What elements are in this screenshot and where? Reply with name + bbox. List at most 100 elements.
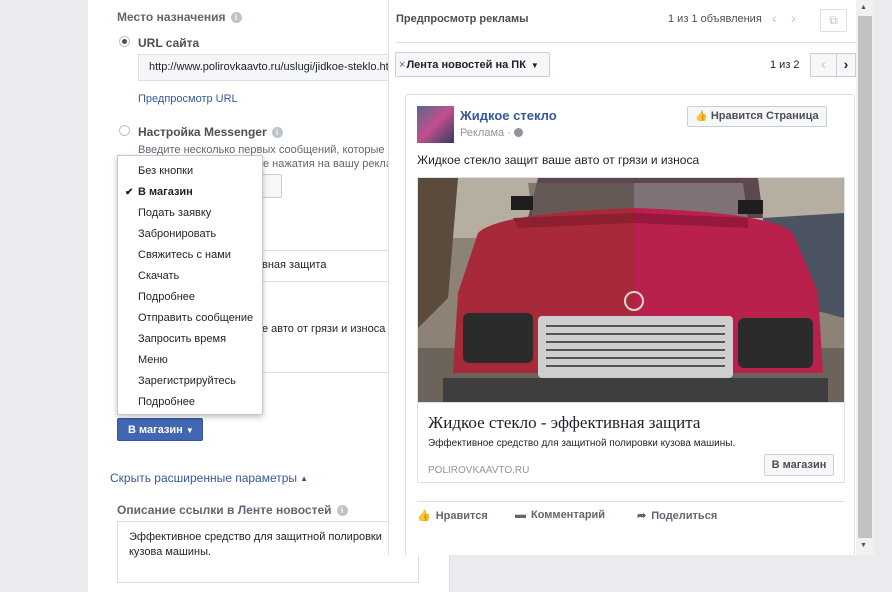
- divider: [262, 281, 388, 282]
- dropdown-item-learn-more[interactable]: Подробнее: [118, 287, 262, 308]
- dropdown-item-label: Подать заявку: [138, 207, 212, 219]
- checkmark-icon: ✔: [125, 187, 134, 198]
- comment-label: Комментарий: [531, 509, 606, 521]
- share-label: Поделиться: [651, 510, 718, 522]
- sponsored-text: Реклама ·: [460, 127, 511, 139]
- hide-advanced-text: Скрыть расширенные параметры: [110, 471, 298, 485]
- caret-down-icon: ▼: [185, 426, 194, 435]
- link-description-title-text: Описание ссылки в Ленте новостей: [117, 503, 332, 517]
- ad-creative[interactable]: Жидкое стекло - эффективная защита Эффек…: [417, 177, 845, 483]
- share-action[interactable]: ➦ Поделиться: [637, 509, 717, 522]
- dropdown-item-request-time[interactable]: Запросить время: [118, 329, 262, 350]
- dropdown-item-label: Забронировать: [138, 228, 217, 240]
- link-description-title: Описание ссылки в Ленте новостей i: [117, 503, 348, 517]
- dropdown-item-label: Без кнопки: [138, 165, 194, 177]
- url-input[interactable]: http://www.polirovkaavto.ru/uslugi/jidko…: [138, 54, 398, 81]
- dropdown-item-label: Запросить время: [138, 333, 227, 345]
- dropdown-item-label: Зарегистрируйтесь: [138, 375, 236, 387]
- cta-dropdown-menu: Без кнопки ✔ В магазин Подать заявку Забр…: [117, 155, 263, 415]
- messenger-hint-line-2: е нажатия на вашу рекла: [263, 158, 392, 170]
- divider: [396, 42, 856, 43]
- dropdown-item-menu[interactable]: Меню: [118, 350, 262, 371]
- dropdown-item-label: Скачать: [138, 270, 180, 282]
- dropdown-item-label: Свяжитесь с нами: [138, 249, 231, 261]
- ad-domain: POLIROVKAAVTO.RU: [428, 465, 530, 476]
- prev-ad-icon[interactable]: ‹: [772, 10, 777, 26]
- like-page-label: Нравится Страница: [710, 110, 819, 122]
- destination-title-text: Место назначения: [117, 10, 226, 24]
- share-icon: ➦: [637, 510, 647, 522]
- close-icon[interactable]: ×: [399, 59, 405, 71]
- info-icon[interactable]: i: [336, 505, 348, 516]
- like-page-button[interactable]: 👍 Нравится Страница: [687, 106, 827, 127]
- ad-cta-button[interactable]: В магазин: [764, 454, 834, 476]
- headline-field-fragment[interactable]: вная защита: [262, 259, 326, 271]
- dropdown-item-apply[interactable]: Подать заявку: [118, 203, 262, 224]
- preview-title: Предпросмотр рекламы: [396, 13, 529, 25]
- ad-headline: Жидкое стекло - эффективная защита: [428, 413, 701, 432]
- ad-link-area[interactable]: Жидкое стекло - эффективная защита Эффек…: [418, 402, 844, 482]
- dropdown-item-shop-now[interactable]: ✔ В магазин: [118, 182, 262, 203]
- scroll-thumb[interactable]: [858, 16, 872, 538]
- cta-select-button[interactable]: В магазин ▼: [117, 418, 203, 441]
- scroll-up-icon[interactable]: ▲: [860, 4, 867, 11]
- placement-page-count: 1 из 2: [770, 59, 800, 71]
- url-option-label[interactable]: URL сайта: [138, 36, 199, 50]
- page-background-right: [450, 555, 892, 592]
- sponsored-label: Реклама ·: [460, 127, 523, 139]
- thumbs-up-icon: 👍: [417, 510, 431, 522]
- scroll-down-icon[interactable]: ▼: [860, 542, 867, 549]
- caret-down-icon: ▼: [530, 61, 539, 70]
- page-background-far-right: [874, 0, 892, 592]
- link-description-input[interactable]: Эффективное средство для защитной полиро…: [117, 521, 419, 583]
- dropdown-item-no-button[interactable]: Без кнопки: [118, 161, 262, 182]
- car-illustration: [418, 178, 844, 402]
- expand-preview-button[interactable]: ⧉: [820, 9, 847, 32]
- destination-title: Место назначения i: [117, 10, 242, 24]
- caret-up-icon: ▲: [300, 474, 308, 483]
- messenger-option-label[interactable]: Настройка Messenger i: [138, 125, 283, 139]
- ad-description: Эффективное средство для защитной полиро…: [428, 438, 736, 449]
- expand-icon: ⧉: [829, 13, 838, 27]
- dropdown-item-download[interactable]: Скачать: [118, 266, 262, 287]
- dropdown-item-label: В магазин: [138, 186, 193, 198]
- url-radio[interactable]: [119, 36, 130, 47]
- globe-icon: [513, 128, 523, 137]
- dropdown-item-label: Подробнее: [138, 396, 196, 408]
- info-icon[interactable]: i: [230, 12, 242, 23]
- thumbs-up-icon: 👍: [695, 111, 708, 122]
- like-action[interactable]: 👍 Нравится: [417, 509, 488, 522]
- ad-count: 1 из 1 объявления: [668, 13, 762, 25]
- page-avatar[interactable]: [417, 106, 454, 143]
- comment-icon: ▬: [515, 509, 526, 521]
- cta-select-label: В магазин: [128, 424, 183, 436]
- text-field-fragment[interactable]: е авто от грязи и износа: [262, 323, 385, 335]
- divider: [262, 250, 388, 251]
- divider: [262, 372, 388, 373]
- like-label: Нравится: [435, 510, 488, 522]
- dropdown-item-send-message[interactable]: Отправить сообщение: [118, 308, 262, 329]
- next-placement-button[interactable]: ›: [836, 53, 856, 77]
- divider: [417, 501, 845, 502]
- info-icon[interactable]: i: [271, 127, 283, 138]
- messenger-radio[interactable]: [119, 125, 130, 136]
- hide-advanced-link[interactable]: Скрыть расширенные параметры ▲: [110, 471, 308, 485]
- page-name[interactable]: Жидкое стекло: [460, 108, 557, 123]
- dropdown-item-label: Подробнее: [138, 291, 196, 303]
- chevron-left-icon: ‹: [821, 56, 826, 72]
- dropdown-item-label: Отправить сообщение: [138, 312, 254, 324]
- messenger-option-text: Настройка Messenger: [138, 125, 267, 139]
- car-image: [418, 178, 844, 402]
- page-background: [0, 0, 88, 592]
- preview-url-link[interactable]: Предпросмотр URL: [138, 93, 238, 105]
- dropdown-item-contact[interactable]: Свяжитесь с нами: [118, 245, 262, 266]
- next-ad-icon[interactable]: ›: [791, 10, 796, 26]
- comment-action[interactable]: ▬ Комментарий: [515, 509, 605, 521]
- placement-label: Лента новостей на ПК: [406, 59, 526, 71]
- ad-primary-text: Жидкое стекло защит ваше авто от грязи и…: [417, 153, 700, 167]
- dropdown-item-see-more[interactable]: Подробнее: [118, 392, 262, 413]
- prev-placement-button[interactable]: ‹: [810, 53, 837, 77]
- placement-select[interactable]: ×Лента новостей на ПК ▼: [395, 52, 550, 77]
- dropdown-item-sign-up[interactable]: Зарегистрируйтесь: [118, 371, 262, 392]
- dropdown-item-book[interactable]: Забронировать: [118, 224, 262, 245]
